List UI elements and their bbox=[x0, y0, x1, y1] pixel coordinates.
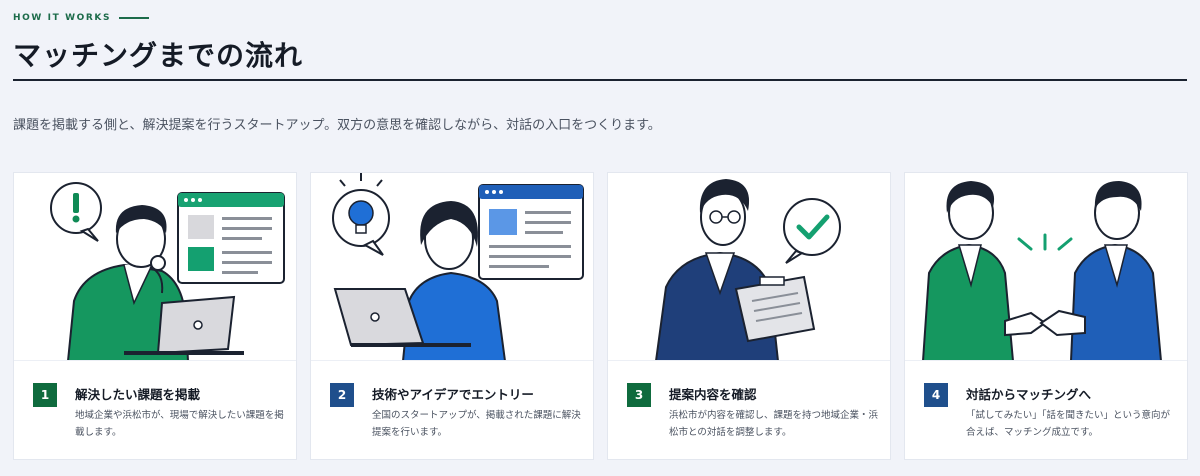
step-3-illustration bbox=[608, 173, 890, 361]
section-eyebrow: HOW IT WORKS bbox=[13, 13, 150, 23]
step-description: 「試してみたい」「話を聞きたい」という意向が合えば、マッチング成立です。 bbox=[966, 410, 1170, 438]
step-description: 地域企業や浜松市が、現場で解決したい課題を掲載します。 bbox=[75, 410, 284, 438]
step-description: 全国のスタートアップが、掲載された課題に解決提案を行います。 bbox=[372, 410, 581, 438]
exclamation-bubble-icon bbox=[50, 182, 102, 242]
step-title: 解決したい課題を掲載 bbox=[75, 387, 201, 402]
step-card-4: 4 対話からマッチングへ 「試してみたい」「話を聞きたい」という意向が合えば、マ… bbox=[904, 172, 1188, 460]
step-2-illustration bbox=[311, 173, 593, 361]
checkmark-bubble-icon bbox=[783, 198, 841, 264]
sparkle-lines-icon bbox=[1017, 233, 1073, 251]
step-description: 浜松市が内容を確認し、課題を持つ地域企業・浜松市との対話を調整します。 bbox=[669, 410, 879, 438]
browser-window-icon bbox=[177, 192, 285, 284]
page-title: マッチングまでの流れ bbox=[13, 39, 304, 72]
handshake-icon bbox=[1004, 309, 1086, 337]
step-1-illustration bbox=[14, 173, 296, 361]
step-title: 技術やアイデアでエントリー bbox=[372, 387, 534, 402]
lead-text: 課題を掲載する側と、解決提案を行うスタートアップ。双方の意思を確認しながら、対話… bbox=[13, 118, 661, 133]
step-number-badge: 4 bbox=[924, 383, 948, 407]
step-card-2: 2 技術やアイデアでエントリー 全国のスタートアップが、掲載された課題に解決提案… bbox=[310, 172, 594, 460]
browser-window-icon bbox=[478, 184, 584, 280]
title-divider bbox=[13, 79, 1187, 81]
eyebrow-line bbox=[119, 17, 150, 19]
step-number-badge: 1 bbox=[33, 383, 57, 407]
step-title: 対話からマッチングへ bbox=[966, 387, 1092, 402]
step-number-badge: 2 bbox=[330, 383, 354, 407]
step-4-illustration bbox=[905, 173, 1187, 361]
step-title: 提案内容を確認 bbox=[669, 387, 757, 402]
step-card-1: 1 解決したい課題を掲載 地域企業や浜松市が、現場で解決したい課題を掲載します。 bbox=[13, 172, 297, 460]
lightbulb-bubble-icon bbox=[332, 173, 390, 256]
eyebrow-label: HOW IT WORKS bbox=[13, 13, 112, 23]
steps-list: 1 解決したい課題を掲載 地域企業や浜松市が、現場で解決したい課題を掲載します。 bbox=[13, 172, 1188, 460]
clipboard-icon bbox=[734, 275, 816, 343]
step-number-badge: 3 bbox=[627, 383, 651, 407]
person-left-icon bbox=[922, 181, 1014, 360]
step-card-3: 3 提案内容を確認 浜松市が内容を確認し、課題を持つ地域企業・浜松市との対話を調… bbox=[607, 172, 891, 460]
